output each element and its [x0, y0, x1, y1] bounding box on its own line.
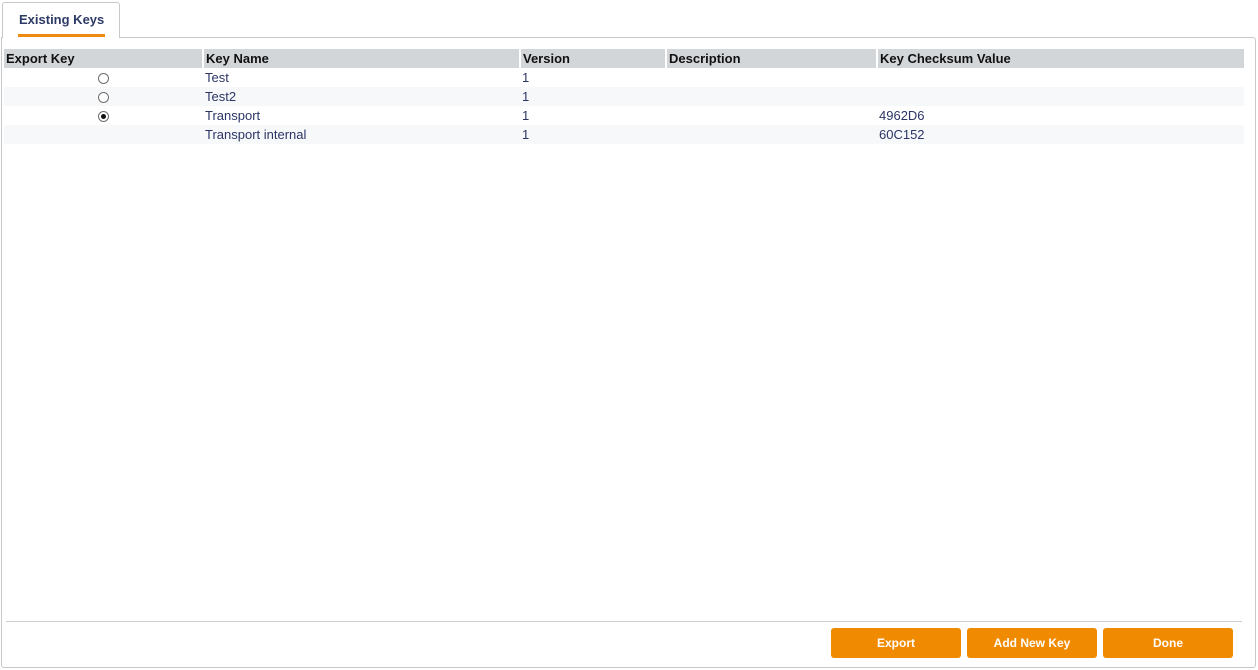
key-name-cell: Transport internal: [203, 125, 520, 144]
keys-table: Export Key Key Name Version Description …: [4, 49, 1244, 144]
existing-keys-panel: Export Key Key Name Version Description …: [1, 37, 1256, 668]
key-name-cell: Test: [205, 70, 229, 85]
footer-divider: [6, 621, 1242, 622]
checksum-cell: [877, 87, 1244, 106]
table-row[interactable]: Transport 1 4962D6: [4, 106, 1244, 125]
column-header-export-key[interactable]: Export Key: [4, 49, 204, 68]
version-cell: 1: [520, 87, 666, 106]
export-button[interactable]: Export: [831, 628, 961, 658]
column-header-key-name[interactable]: Key Name: [203, 49, 521, 68]
column-header-key-checksum-value[interactable]: Key Checksum Value: [877, 49, 1244, 68]
key-name-cell: Transport: [205, 108, 261, 123]
version-cell: 1: [520, 125, 666, 144]
table-row[interactable]: Transport internal 1 60C152: [4, 125, 1244, 144]
table-header-row: Export Key Key Name Version Description …: [4, 49, 1244, 68]
export-key-cell: [4, 87, 203, 106]
export-key-cell: [4, 125, 203, 144]
tab-active-indicator: [18, 34, 105, 37]
description-cell: [666, 87, 877, 106]
export-key-radio-transport[interactable]: [98, 111, 109, 123]
column-header-version[interactable]: Version: [520, 49, 667, 68]
tab-label: Existing Keys: [19, 12, 105, 27]
checksum-cell: [877, 68, 1244, 87]
done-button[interactable]: Done: [1103, 628, 1233, 658]
description-cell: [666, 68, 877, 87]
key-name-cell: Test2: [203, 87, 520, 106]
key-management-window: Existing Keys Export Key Key Name Versio…: [0, 0, 1258, 670]
description-cell: [666, 106, 877, 125]
add-new-key-button[interactable]: Add New Key: [967, 628, 1097, 658]
checksum-cell: 4962D6: [879, 108, 925, 123]
checksum-cell: 60C152: [877, 125, 1244, 144]
version-cell: 1: [522, 108, 530, 123]
table-row[interactable]: Test 1: [4, 68, 1244, 87]
version-cell: 1: [522, 70, 530, 85]
export-key-radio-test[interactable]: [98, 73, 109, 85]
export-key-radio-test2[interactable]: [98, 92, 109, 104]
tab-existing-keys[interactable]: Existing Keys: [2, 2, 120, 38]
description-cell: [666, 125, 877, 144]
export-key-cell: [4, 68, 203, 87]
export-key-cell: [4, 106, 203, 125]
column-header-description[interactable]: Description: [666, 49, 878, 68]
table-row[interactable]: Test2 1: [4, 87, 1244, 106]
